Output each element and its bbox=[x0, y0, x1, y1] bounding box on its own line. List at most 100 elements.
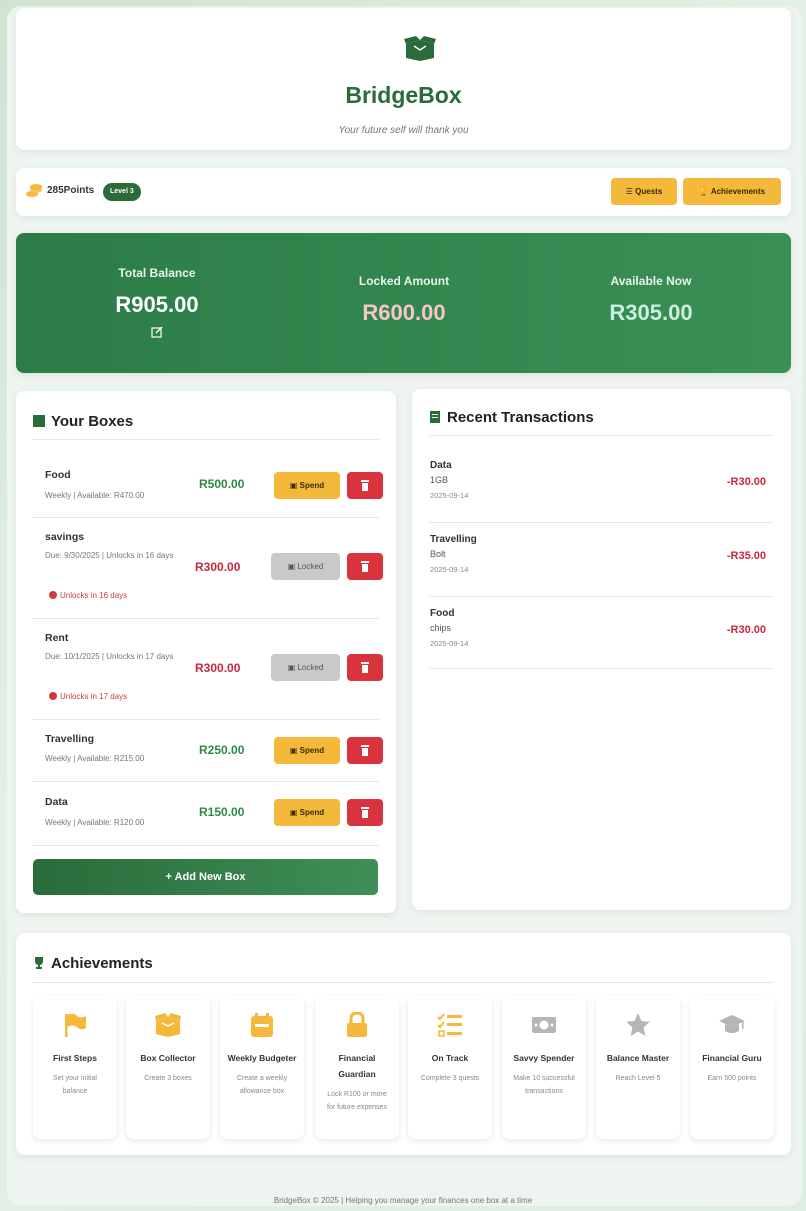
spend-button[interactable]: ▣ Spend bbox=[274, 737, 340, 764]
app-header: BridgeBox Your future self will thank yo… bbox=[16, 8, 791, 150]
achievement-card: Box Collector Create 3 boxes bbox=[126, 996, 210, 1139]
delete-button[interactable] bbox=[347, 799, 383, 826]
divider bbox=[33, 439, 379, 440]
achievements-title: Achievements bbox=[33, 955, 153, 972]
divider bbox=[429, 435, 773, 436]
unlock-warning-text: Unlocks in 16 days bbox=[60, 591, 128, 600]
achievement-desc: Create a weekly allowance box bbox=[236, 1075, 288, 1095]
achievement-card: Savvy Spender Make 10 successful transac… bbox=[502, 996, 586, 1139]
achievement-desc: Reach Level 5 bbox=[615, 1075, 661, 1082]
trophy-icon: 🏆 bbox=[698, 187, 711, 196]
box-meta: Weekly | Available: R470.00 bbox=[45, 491, 145, 500]
divider bbox=[429, 596, 773, 597]
box-icon bbox=[155, 1013, 181, 1037]
box-row: Food Weekly | Available: R470.00 R500.00… bbox=[33, 453, 383, 517]
clock-icon bbox=[49, 591, 57, 599]
transaction-desc: chips bbox=[430, 623, 452, 633]
total-balance-value: R905.00 bbox=[115, 292, 199, 317]
achievement-name: Savvy Spender bbox=[513, 1053, 575, 1063]
available-now: Available Now R305.00 bbox=[566, 274, 736, 326]
available-now-value: R305.00 bbox=[609, 300, 693, 325]
level-badge: Level 3 bbox=[103, 183, 141, 201]
transaction-amount: -R30.00 bbox=[726, 476, 766, 488]
receipt-icon bbox=[430, 411, 440, 423]
transaction-title: Food bbox=[430, 608, 455, 619]
transaction-desc: Bolt bbox=[430, 549, 446, 559]
transaction-title: Travelling bbox=[430, 534, 477, 545]
achievement-desc: Earn 500 points bbox=[707, 1075, 757, 1082]
transaction-amount: -R30.00 bbox=[726, 624, 766, 636]
achievement-name: Financial Guardian bbox=[338, 1053, 376, 1079]
transaction-amount: -R35.00 bbox=[726, 550, 766, 562]
box-name: savings bbox=[45, 531, 85, 543]
transactions-title-text: Recent Transactions bbox=[447, 409, 594, 426]
graduation-cap-icon bbox=[719, 1015, 745, 1033]
achievement-name: Balance Master bbox=[606, 1053, 670, 1063]
boxes-title-text: Your Boxes bbox=[51, 413, 134, 430]
total-balance: Total Balance R905.00 bbox=[72, 266, 242, 338]
achievement-desc: Create 3 boxes bbox=[144, 1075, 192, 1082]
calendar-icon bbox=[251, 1013, 273, 1037]
spend-button[interactable]: ▣ Spend bbox=[274, 799, 340, 826]
money-icon bbox=[532, 1017, 556, 1033]
flag-icon bbox=[65, 1013, 86, 1037]
spend-label: Spend bbox=[299, 746, 325, 755]
transactions-title: Recent Transactions bbox=[429, 409, 594, 426]
money-icon: ▣ bbox=[289, 808, 300, 817]
box-amount: R150.00 bbox=[199, 805, 245, 819]
box-row: Travelling Weekly | Available: R215.00 R… bbox=[33, 719, 383, 781]
achievement-card: First Steps Set your initial balance bbox=[33, 996, 117, 1139]
locked-button: ▣ Locked bbox=[271, 654, 340, 681]
tasks-icon bbox=[437, 1013, 462, 1037]
box-amount: R300.00 bbox=[195, 661, 241, 675]
transaction-desc: 1GB bbox=[430, 475, 449, 485]
delete-button[interactable] bbox=[347, 654, 383, 681]
spend-button[interactable]: ▣ Spend bbox=[274, 472, 340, 499]
achievement-desc: Lock R100 or more for future expenses bbox=[327, 1091, 387, 1111]
locked-label: Locked bbox=[297, 562, 324, 571]
points-count: 285Points bbox=[47, 185, 95, 196]
transaction-row: Travelling Bolt 2025-09-14 -R35.00 bbox=[430, 534, 774, 574]
locked-amount-value: R600.00 bbox=[362, 300, 446, 325]
locked-button: ▣ Locked bbox=[271, 553, 340, 580]
delete-button[interactable] bbox=[347, 553, 383, 580]
box-amount: R300.00 bbox=[195, 560, 241, 574]
box-name: Food bbox=[45, 469, 71, 481]
add-box-button[interactable]: + Add New Box bbox=[33, 859, 378, 895]
star-icon bbox=[626, 1013, 650, 1036]
box-row: Data Weekly | Available: R120.00 R150.00… bbox=[33, 781, 383, 845]
transaction-date: 2025-09-14 bbox=[430, 491, 469, 500]
box-meta: Weekly | Available: R215.00 bbox=[45, 754, 145, 763]
trash-icon bbox=[361, 480, 369, 491]
spend-label: Spend bbox=[299, 481, 325, 490]
app-title: BridgeBox bbox=[345, 82, 462, 108]
box-amount: R250.00 bbox=[199, 743, 245, 757]
quests-button[interactable]: ☰ Quests bbox=[611, 178, 677, 205]
locked-label: Locked bbox=[297, 663, 324, 672]
edit-icon[interactable] bbox=[151, 326, 163, 338]
add-box-label: Add New Box bbox=[174, 871, 246, 883]
delete-button[interactable] bbox=[347, 472, 383, 499]
available-now-label: Available Now bbox=[610, 274, 692, 288]
achievement-name: Box Collector bbox=[140, 1053, 196, 1063]
divider bbox=[33, 982, 774, 983]
boxes-panel: Your Boxes Food Weekly | Available: R470… bbox=[16, 391, 396, 913]
plus-icon: + bbox=[165, 871, 175, 883]
achievements-button[interactable]: 🏆 Achievements bbox=[683, 178, 781, 205]
money-icon: ▣ bbox=[289, 746, 300, 755]
money-icon: ▣ bbox=[289, 481, 300, 490]
box-meta: Weekly | Available: R120.00 bbox=[45, 818, 145, 827]
quests-label: Quests bbox=[635, 187, 663, 196]
delete-button[interactable] bbox=[347, 737, 383, 764]
unlock-warning: Unlocks in 16 days bbox=[49, 591, 127, 600]
trophy-icon bbox=[35, 957, 43, 969]
total-balance-label: Total Balance bbox=[118, 266, 196, 280]
transaction-date: 2025-09-14 bbox=[430, 639, 469, 648]
trash-icon bbox=[361, 745, 369, 756]
spend-label: Spend bbox=[299, 808, 325, 817]
box-icon bbox=[33, 415, 45, 427]
footer: BridgeBox © 2025 | Helping you manage yo… bbox=[273, 1196, 533, 1205]
lock-icon bbox=[347, 1012, 367, 1037]
clock-icon bbox=[49, 692, 57, 700]
transaction-row: Data 1GB 2025-09-14 -R30.00 bbox=[430, 460, 774, 500]
